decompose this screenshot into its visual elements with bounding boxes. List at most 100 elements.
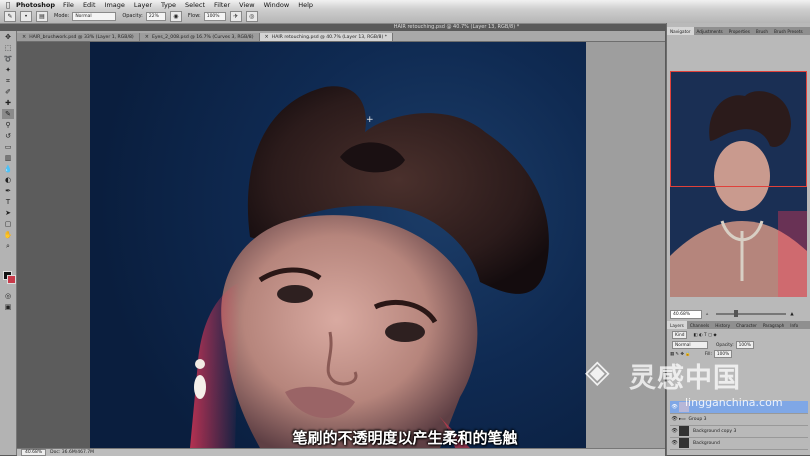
tab-adjustments[interactable]: Adjustments (694, 27, 726, 35)
menu-app-name[interactable]: Photoshop (16, 1, 55, 9)
brush-panel-toggle-icon[interactable]: ▤ (36, 10, 48, 22)
menu-help[interactable]: Help (298, 1, 313, 9)
watermark: ◈ 灵感中国 lingganchina.com (585, 352, 805, 412)
flow-input[interactable]: 100% (203, 11, 226, 21)
tab-channels[interactable]: Channels (687, 321, 712, 329)
eyedropper-tool-icon[interactable]: ✐ (2, 87, 14, 97)
navigator-zoom-slider[interactable] (716, 310, 787, 317)
healing-tool-icon[interactable]: ✚ (2, 98, 14, 108)
background-color-swatch[interactable] (7, 275, 16, 284)
tab-label: HAIR retouching.psd @ 40.7% (Layer 13, R… (271, 34, 388, 40)
type-tool-icon[interactable]: T (2, 197, 14, 207)
zoom-in-icon[interactable]: ▲ (790, 312, 793, 317)
tab-layers[interactable]: Layers (667, 321, 687, 329)
clone-stamp-tool-icon[interactable]: ⚲ (2, 120, 14, 130)
watermark-chinese: 灵感中国 (629, 363, 741, 394)
menu-edit[interactable]: Edit (83, 1, 96, 9)
close-icon[interactable]: × (265, 34, 269, 40)
navigator-zoom-row: 40.68% ▵ ▲ (667, 309, 810, 319)
flow-label: Flow: (187, 13, 201, 19)
navigator-view-box[interactable] (670, 71, 807, 187)
filter-icons[interactable]: ◧ ◐ T ▢ ◆ (693, 333, 716, 338)
opacity-input[interactable]: 22% (145, 11, 166, 21)
brush-tool-icon[interactable]: ✎ (2, 109, 14, 119)
marquee-tool-icon[interactable]: ⬚ (2, 43, 14, 53)
menu-filter[interactable]: Filter (214, 1, 230, 9)
folder-icon: ▸▭ (679, 416, 686, 422)
portrait-image: + (190, 86, 549, 448)
crosshair-cursor-icon: + (366, 115, 374, 125)
quick-select-tool-icon[interactable]: ✦ (2, 65, 14, 75)
blend-mode-select[interactable]: Normal (672, 341, 708, 349)
tab-properties[interactable]: Properties (726, 27, 753, 35)
blur-tool-icon[interactable]: 💧 (2, 164, 14, 174)
pressure-size-icon[interactable]: ◎ (245, 10, 258, 22)
options-bar: ✎ • ▤ Mode: Normal Opacity: 22% ◉ Flow: … (0, 9, 810, 24)
eye-icon[interactable]: 👁 (670, 416, 679, 422)
mode-select[interactable]: Normal (72, 11, 117, 21)
tab-hair-retouching[interactable]: × HAIR retouching.psd @ 40.7% (Layer 13, … (259, 33, 394, 41)
layer-filter-kind[interactable]: Kind (672, 331, 688, 339)
path-select-tool-icon[interactable]: ➤ (2, 208, 14, 218)
tab-brush[interactable]: Brush (753, 27, 771, 35)
watermark-logo-icon: ◈ (585, 352, 610, 390)
lasso-tool-icon[interactable]: ➰ (2, 54, 14, 64)
layer-opacity-label: Opacity: (716, 342, 734, 348)
layer-opacity-input[interactable]: 100% (735, 341, 754, 349)
navigator-zoom-input[interactable]: 40.68% (670, 309, 702, 319)
opacity-label: Opacity: (122, 13, 143, 19)
history-brush-tool-icon[interactable]: ↺ (2, 131, 14, 141)
airbrush-icon[interactable]: ✈ (229, 10, 242, 22)
crop-tool-icon[interactable]: ⌗ (2, 76, 14, 86)
brush-tool-preset-icon[interactable]: ✎ (4, 10, 16, 22)
navigator-panel-tabs: Navigator Adjustments Properties Brush B… (667, 27, 810, 35)
menu-file[interactable]: File (63, 1, 74, 9)
close-icon[interactable]: × (22, 34, 26, 40)
menu-view[interactable]: View (239, 1, 254, 9)
tab-info[interactable]: Info (787, 321, 801, 329)
dodge-tool-icon[interactable]: ◐ (2, 175, 14, 185)
blend-row: Normal Opacity: 100% (670, 341, 754, 349)
tab-navigator[interactable]: Navigator (667, 27, 694, 35)
zoom-slider-knob[interactable] (734, 310, 739, 317)
screen-mode-icon[interactable]: ▣ (2, 302, 14, 312)
document-canvas[interactable]: + (90, 42, 586, 448)
zoom-out-icon[interactable]: ▵ (706, 312, 708, 317)
apple-icon[interactable]:  (0, 1, 16, 9)
zoom-tool-icon[interactable]: ⌕ (2, 241, 14, 251)
menu-image[interactable]: Image (105, 1, 125, 9)
document-tabs: × HAIR_brushwork.psd @ 33% (Layer 1, RGB/… (17, 31, 665, 42)
status-doc-size[interactable]: Doc: 36.6M/467.7M (50, 450, 94, 455)
tab-eyes[interactable]: × Eyes_2_008.psd @ 16.7% (Curves 3, RGB/8… (139, 33, 260, 41)
quick-mask-icon[interactable]: ◎ (2, 291, 14, 301)
menu-window[interactable]: Window (264, 1, 290, 9)
brush-size-picker[interactable]: • (20, 10, 32, 22)
window-title-text: HAIR retouching.psd @ 40.7% (Layer 13, R… (393, 24, 520, 30)
layer-name: Group 3 (688, 416, 707, 422)
pen-tool-icon[interactable]: ✒ (2, 186, 14, 196)
gradient-tool-icon[interactable]: ▥ (2, 153, 14, 163)
window-title: HAIR retouching.psd @ 40.7% (Layer 13, R… (248, 23, 665, 31)
tab-paragraph[interactable]: Paragraph (760, 321, 787, 329)
move-tool-icon[interactable]: ✥ (2, 32, 14, 42)
tab-character[interactable]: Character (733, 321, 760, 329)
tab-label: HAIR_brushwork.psd @ 33% (Layer 1, RGB/8… (29, 34, 134, 40)
layers-panel-tabs: Layers Channels History Character Paragr… (667, 321, 810, 329)
close-icon[interactable]: × (145, 34, 149, 40)
shape-tool-icon[interactable]: ▢ (2, 219, 14, 229)
video-subtitle: 笔刷的不透明度以产生柔和的笔触 (292, 429, 518, 447)
layer-filter-row: Kind ◧ ◐ T ▢ ◆ (670, 331, 717, 339)
watermark-url: lingganchina.com (685, 396, 783, 409)
navigator-preview[interactable] (670, 71, 807, 297)
tab-brush-presets[interactable]: Brush Presets (771, 27, 806, 35)
tab-hair-brushwork[interactable]: × HAIR_brushwork.psd @ 33% (Layer 1, RGB/… (17, 33, 140, 41)
mode-label: Mode: (54, 13, 70, 19)
tools-panel: ✥ ⬚ ➰ ✦ ⌗ ✐ ✚ ✎ ⚲ ↺ ▭ ▥ 💧 ◐ ✒ T ➤ ▢ ✋ ⌕ … (0, 31, 17, 455)
eraser-tool-icon[interactable]: ▭ (2, 142, 14, 152)
menu-type[interactable]: Type (161, 1, 176, 9)
pressure-opacity-icon[interactable]: ◉ (169, 10, 182, 22)
tab-history[interactable]: History (712, 321, 733, 329)
menu-select[interactable]: Select (185, 1, 205, 9)
menu-layer[interactable]: Layer (134, 1, 152, 9)
hand-tool-icon[interactable]: ✋ (2, 230, 14, 240)
